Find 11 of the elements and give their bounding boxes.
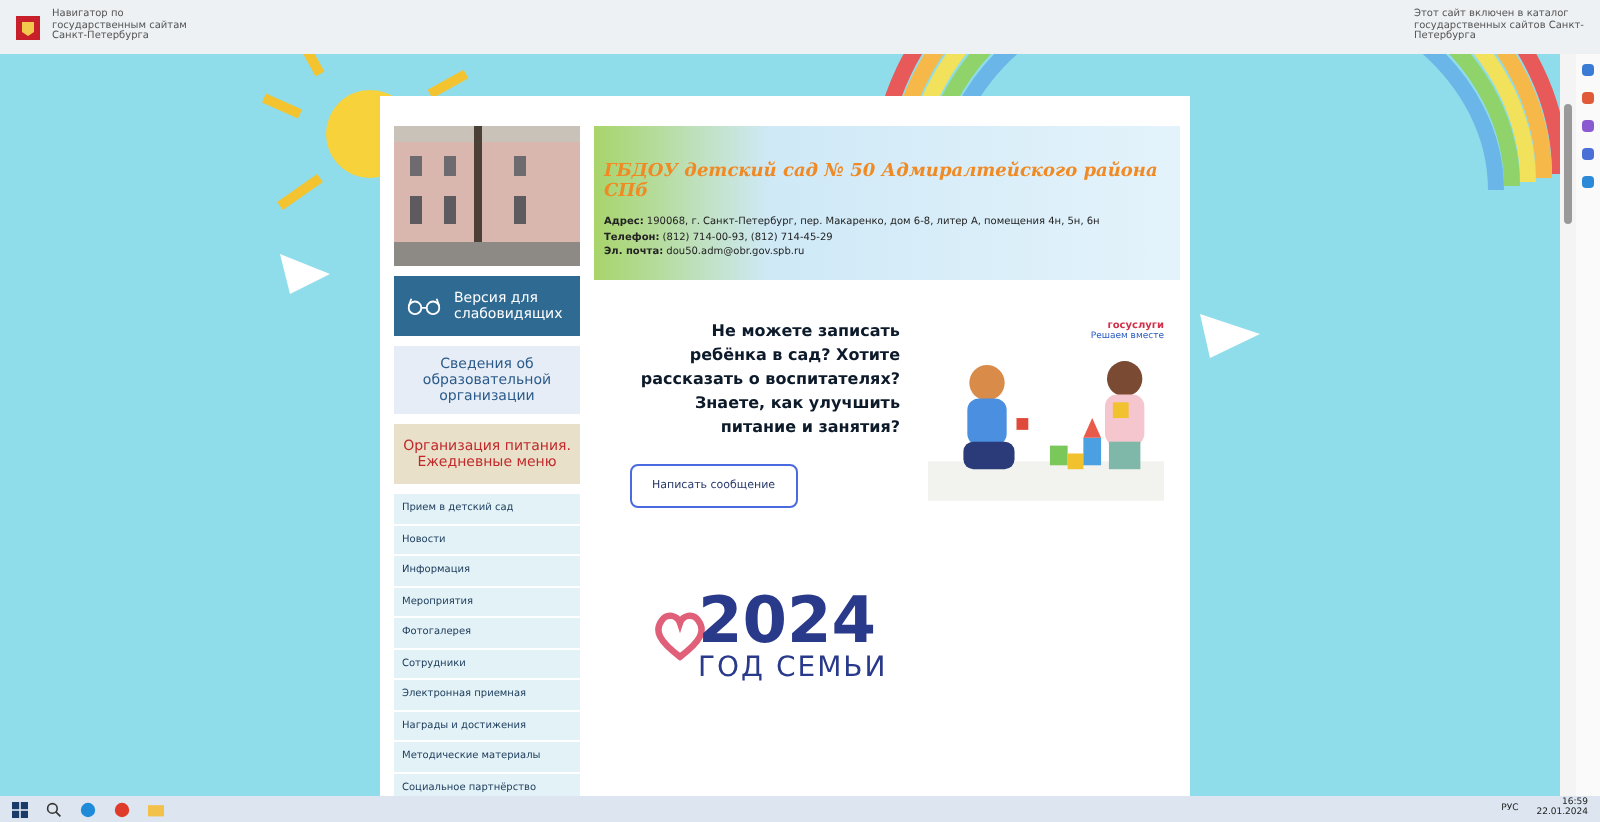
browser-icon[interactable] bbox=[80, 801, 96, 817]
app-icon[interactable] bbox=[1582, 64, 1594, 76]
app-icon[interactable] bbox=[1582, 92, 1594, 104]
windows-start-icon[interactable] bbox=[12, 801, 28, 817]
scrollbar[interactable] bbox=[1560, 54, 1576, 796]
app-icon[interactable] bbox=[1582, 120, 1594, 132]
browser-icon[interactable] bbox=[114, 801, 130, 817]
search-icon[interactable] bbox=[46, 801, 62, 817]
app-icon[interactable] bbox=[1582, 176, 1594, 188]
coat-of-arms-icon bbox=[16, 15, 40, 39]
app-icon[interactable] bbox=[1582, 148, 1594, 160]
